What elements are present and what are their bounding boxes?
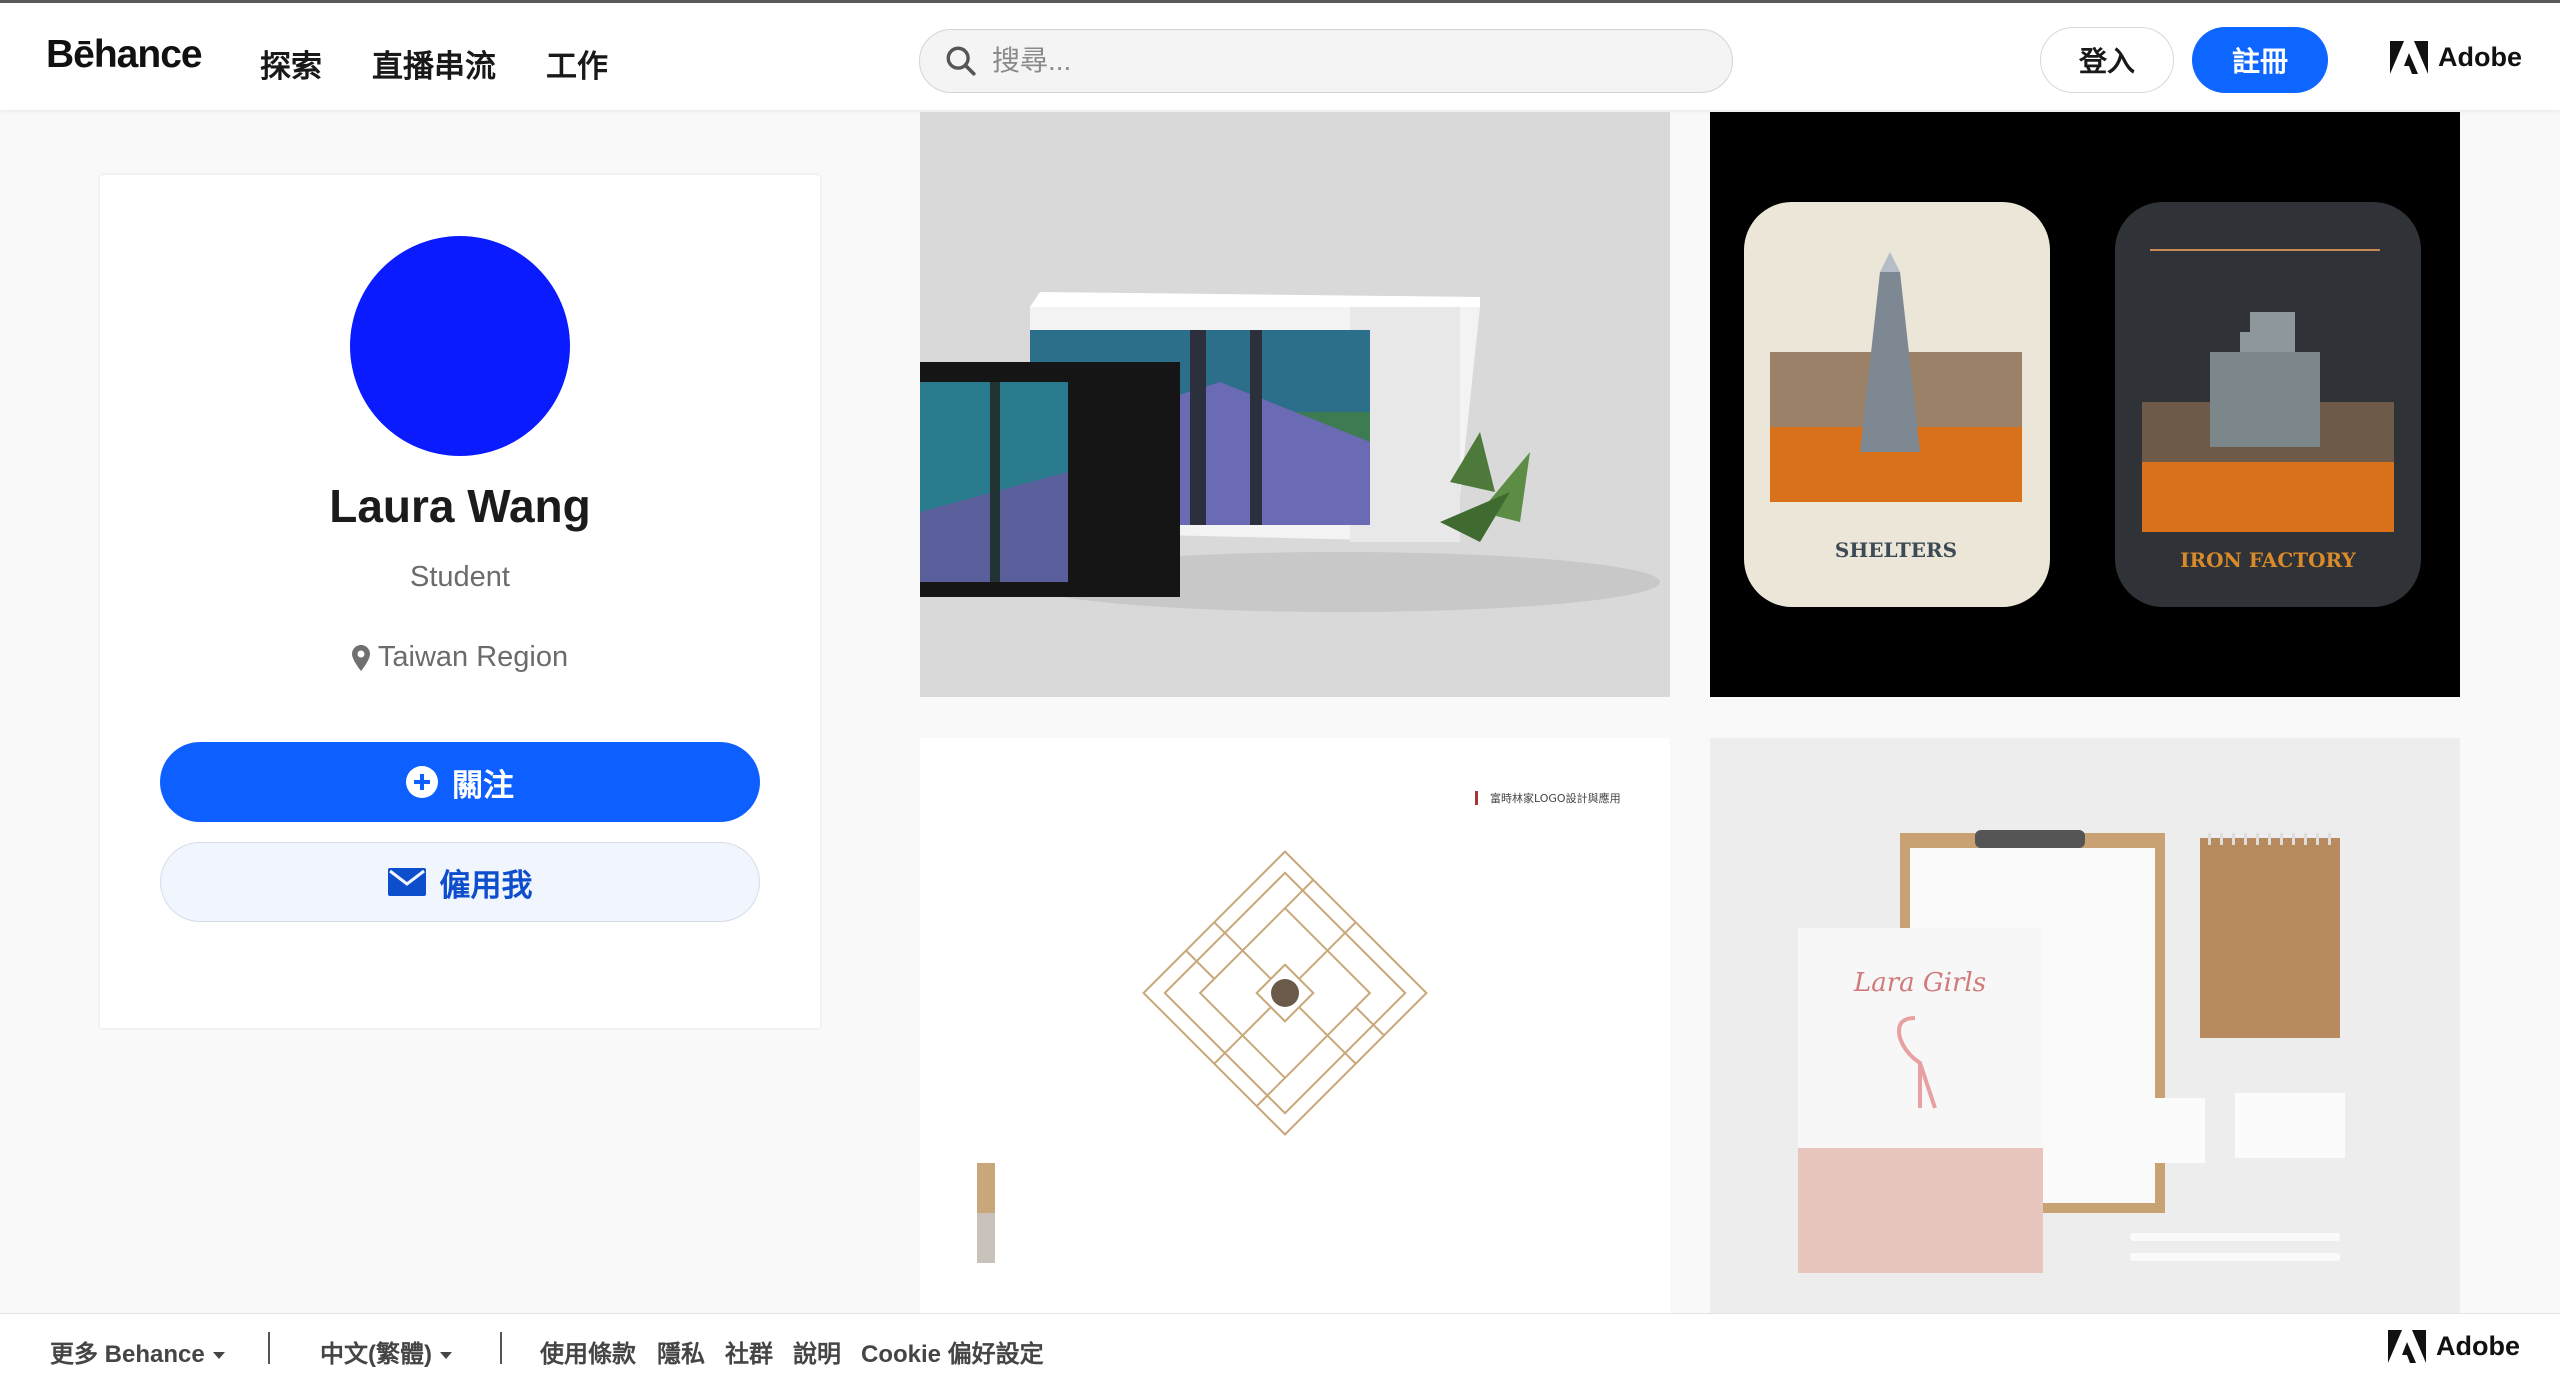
more-behance-label: 更多 Behance (50, 1341, 205, 1368)
plus-circle-icon (406, 766, 438, 798)
profile-location: Taiwan Region (100, 641, 820, 674)
profile-occupation: Student (410, 561, 510, 593)
footer: 更多 Behance 中文(繁體) 使用條款 隱私 社群 說明 Cookie 偏… (0, 1313, 2560, 1378)
card-label-shelters: SHELTERS (1835, 538, 1957, 562)
hire-label: 僱用我 (439, 867, 533, 903)
project-thumbnail-image: 富時林家LOGO設計與應用 (920, 738, 1670, 1313)
location-pin-icon (351, 644, 370, 671)
hire-me-button[interactable]: 僱用我 (160, 842, 760, 922)
caret-down-icon (439, 1352, 452, 1360)
project-tile-game-cards[interactable]: SHELTERS IRON FACTORY (1710, 112, 2460, 697)
caret-down-icon (212, 1352, 225, 1360)
footer-divider (268, 1332, 270, 1364)
adobe-label: Adobe (2436, 1331, 2520, 1361)
nav-livestream[interactable]: 直播串流 (372, 41, 496, 86)
footer-link-help[interactable]: 說明 (793, 1334, 841, 1369)
footer-link-cookie-preferences[interactable]: Cookie 偏好設定 (861, 1334, 1044, 1369)
language-label: 中文(繁體) (320, 1341, 432, 1368)
footer-more-behance[interactable]: 更多 Behance (50, 1334, 225, 1369)
behance-logo[interactable]: Bēhance (46, 33, 203, 77)
search-input[interactable] (992, 45, 1692, 77)
design-sheet-caption: 富時林家LOGO設計與應用 (1490, 791, 1621, 805)
footer-link-privacy[interactable]: 隱私 (657, 1334, 705, 1369)
adobe-link[interactable]: Adobe (2390, 41, 2522, 74)
follow-label: 關注 (452, 767, 514, 803)
project-thumbnail-image (920, 112, 1670, 697)
top-navigation-bar: Bēhance 探索 直播串流 工作 登入 註冊 Adobe (0, 0, 2560, 110)
search-icon (946, 46, 976, 76)
project-tile-logo-design[interactable]: 富時林家LOGO設計與應用 (920, 738, 1670, 1313)
project-thumbnail-image: Lara Girls (1710, 738, 2460, 1313)
nav-jobs[interactable]: 工作 (546, 41, 608, 86)
profile-card: Laura Wang Student Taiwan Region 關注 僱用我 (100, 175, 820, 1028)
adobe-label: Adobe (2438, 42, 2522, 72)
footer-adobe-link[interactable]: Adobe (2388, 1330, 2520, 1363)
follow-button[interactable]: 關注 (160, 742, 760, 822)
nav-explore[interactable]: 探索 (260, 41, 322, 86)
mail-icon (387, 868, 426, 896)
footer-link-terms[interactable]: 使用條款 (540, 1334, 636, 1369)
main-nav: 探索 直播串流 工作 (260, 41, 608, 86)
avatar[interactable] (350, 236, 570, 456)
signup-button[interactable]: 註冊 (2192, 27, 2328, 93)
project-tile-packaging[interactable] (920, 112, 1670, 697)
project-thumbnail-image: SHELTERS IRON FACTORY (1710, 112, 2460, 697)
card-label-iron-factory: IRON FACTORY (2180, 548, 2356, 572)
profile-name: Laura Wang (329, 480, 591, 532)
footer-language-selector[interactable]: 中文(繁體) (320, 1334, 452, 1369)
adobe-logo-icon (2388, 1330, 2426, 1363)
project-tile-stationery[interactable]: Lara Girls (1710, 738, 2460, 1313)
location-label: Taiwan Region (377, 641, 569, 673)
footer-link-community[interactable]: 社群 (725, 1334, 773, 1369)
footer-divider (500, 1332, 502, 1364)
adobe-logo-icon (2390, 41, 2428, 74)
stationery-brand-text: Lara Girls (1853, 968, 1986, 998)
login-button[interactable]: 登入 (2040, 27, 2174, 93)
search-bar[interactable] (919, 29, 1733, 93)
